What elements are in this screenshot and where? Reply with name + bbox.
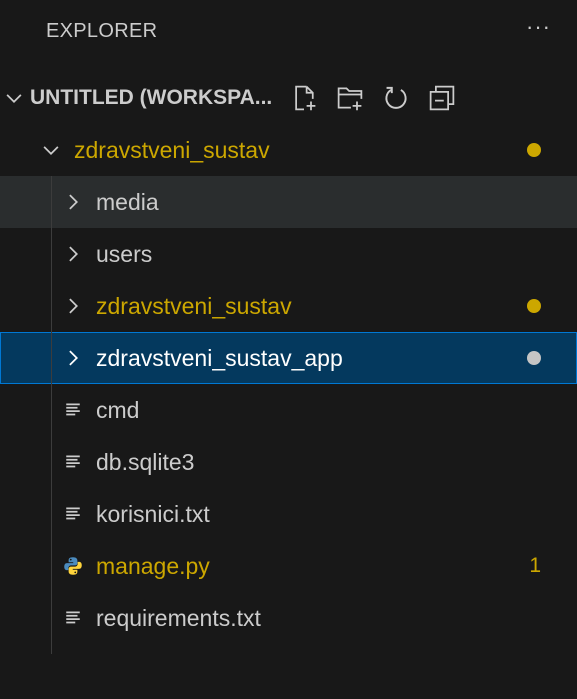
tree-item-label: cmd: [96, 396, 140, 423]
tree-item-label: users: [96, 240, 153, 267]
tree-item-db-sqlite3[interactable]: db.sqlite3: [0, 436, 577, 488]
tree-root-label: zdravstveni_sustav: [74, 136, 270, 163]
text-file-icon: [62, 503, 84, 525]
workspace-actions: [286, 80, 470, 116]
tree-item-media[interactable]: media: [0, 176, 577, 228]
text-file-icon: [62, 451, 84, 473]
tree-item-users[interactable]: users: [0, 228, 577, 280]
tree-item-label: zdravstveni_sustav: [96, 292, 292, 319]
workspace-title: UNTITLED (WORKSPA...: [30, 86, 273, 109]
workspace-header[interactable]: UNTITLED (WORKSPA...: [0, 72, 577, 124]
tree-item-zdravstveni-sustav[interactable]: zdravstveni_sustav: [0, 280, 577, 332]
untracked-dot-icon: [527, 351, 541, 365]
python-icon: [62, 555, 84, 577]
chevron-right-icon[interactable]: [62, 243, 84, 265]
tree-item-label: korisnici.txt: [96, 500, 210, 527]
tree-item-zdravstveni-sustav-app[interactable]: zdravstveni_sustav_app: [0, 332, 577, 384]
modified-dot-icon: [527, 143, 541, 157]
refresh-icon[interactable]: [378, 80, 414, 116]
explorer-title: EXPLORER: [46, 19, 158, 42]
new-file-icon[interactable]: [286, 80, 322, 116]
chevron-down-icon[interactable]: [40, 139, 62, 161]
modified-dot-icon: [527, 299, 541, 313]
chevron-right-icon[interactable]: [62, 191, 84, 213]
tree-item-label: manage.py: [96, 552, 210, 579]
tree-item-korisnici-txt[interactable]: korisnici.txt: [0, 488, 577, 540]
indent-guide: [51, 176, 52, 654]
tree-item-label: requirements.txt: [96, 604, 261, 631]
tree-item-cmd[interactable]: cmd: [0, 384, 577, 436]
tree-root-folder[interactable]: zdravstveni_sustav: [0, 124, 577, 176]
more-actions-icon[interactable]: ···: [526, 16, 551, 38]
file-tree: zdravstveni_sustav media users zdravstve…: [0, 124, 577, 644]
tree-item-label: zdravstveni_sustav_app: [96, 344, 343, 371]
tree-item-requirements-txt[interactable]: requirements.txt: [0, 592, 577, 644]
text-file-icon: [62, 399, 84, 421]
new-folder-icon[interactable]: [332, 80, 368, 116]
tree-item-label: db.sqlite3: [96, 448, 195, 475]
explorer-header: EXPLORER ···: [0, 0, 577, 62]
tree-item-manage-py[interactable]: manage.py 1: [0, 540, 577, 592]
tree-item-label: media: [96, 188, 159, 215]
text-file-icon: [62, 607, 84, 629]
chevron-down-icon[interactable]: [3, 87, 25, 109]
collapse-all-icon[interactable]: [424, 80, 460, 116]
chevron-right-icon[interactable]: [62, 295, 84, 317]
chevron-right-icon[interactable]: [62, 347, 84, 369]
problem-count-badge: 1: [529, 554, 541, 577]
